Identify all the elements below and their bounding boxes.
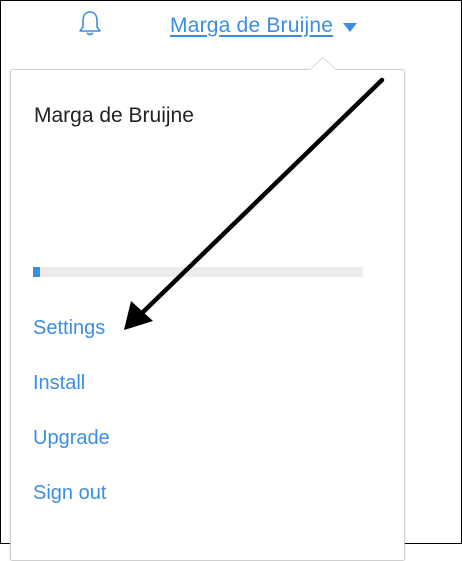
menu-item-install[interactable]: Install <box>33 372 85 395</box>
menu-item-upgrade[interactable]: Upgrade <box>33 427 110 450</box>
user-menu-trigger[interactable]: Marga de Bruijne <box>170 14 358 38</box>
storage-usage-fill <box>33 267 40 277</box>
user-dropdown-menu: Marga de Bruijne Settings Install Upgrad… <box>10 57 405 561</box>
bell-icon[interactable] <box>78 10 102 38</box>
user-name-link[interactable]: Marga de Bruijne <box>170 14 333 38</box>
top-bar: Marga de Bruijne <box>0 0 462 60</box>
caret-down-icon[interactable] <box>343 22 358 32</box>
profile-name: Marga de Bruijne <box>34 104 194 127</box>
menu-item-sign-out[interactable]: Sign out <box>33 482 106 505</box>
menu-item-settings[interactable]: Settings <box>33 317 105 340</box>
storage-usage-bar <box>33 267 363 277</box>
